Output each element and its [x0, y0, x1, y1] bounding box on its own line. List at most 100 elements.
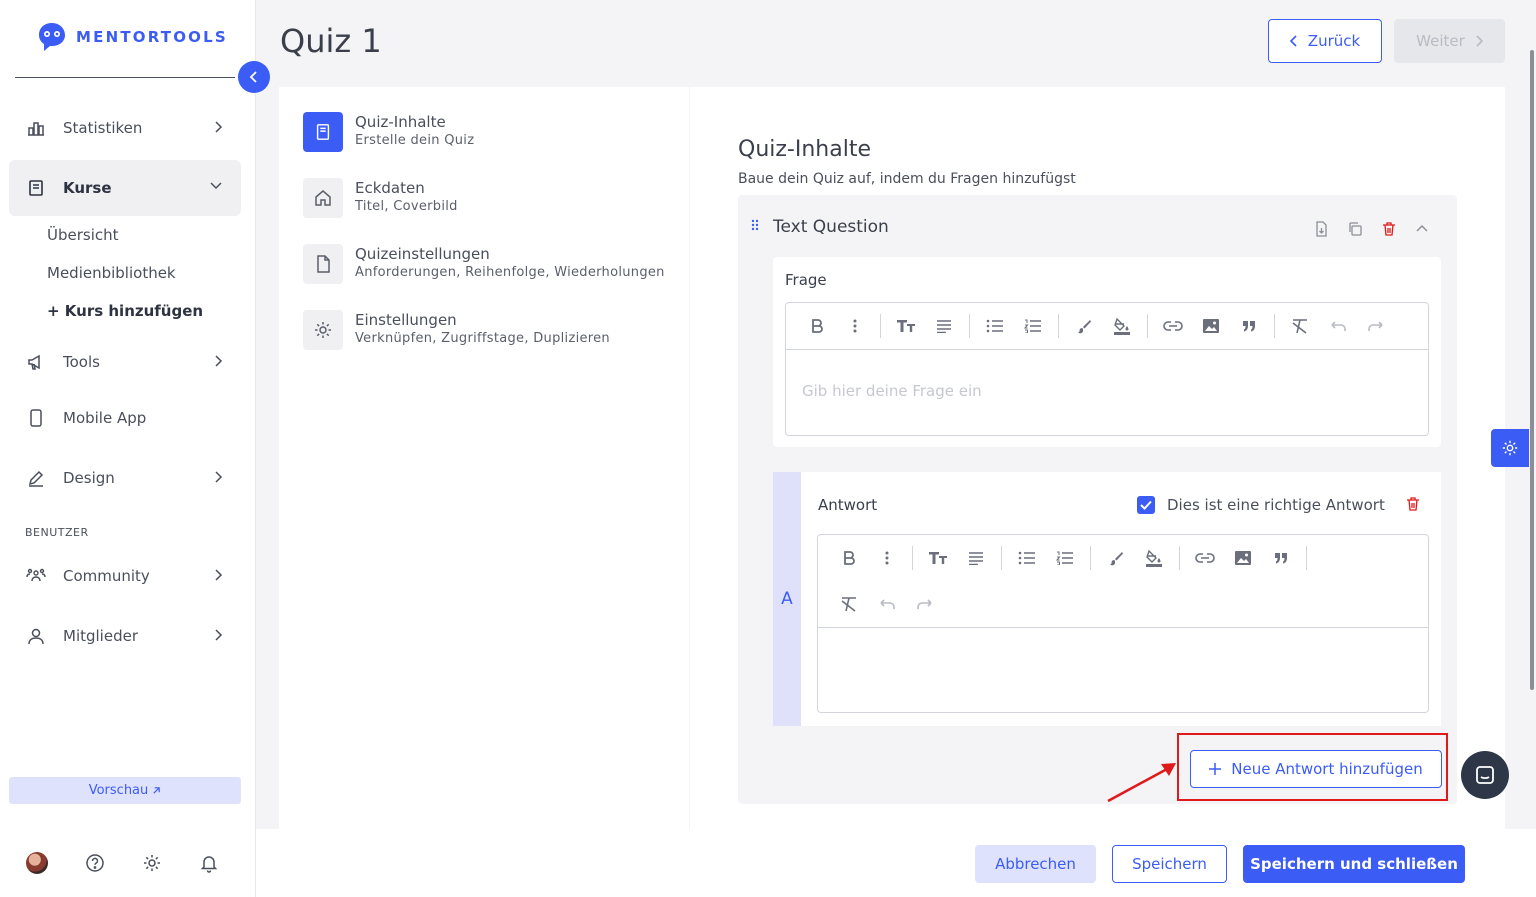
- toolbar-divider: [1001, 546, 1002, 570]
- sidebar-item-mobile-app[interactable]: Mobile App: [9, 390, 241, 446]
- correct-answer-checkbox[interactable]: [1137, 496, 1155, 514]
- sidebar-item-design[interactable]: Design: [9, 450, 241, 506]
- answer-text-area[interactable]: [818, 627, 1428, 712]
- answer-editor: [817, 534, 1429, 713]
- step-title: Quiz-Inhalte: [355, 113, 446, 131]
- chevron-down-icon: [209, 180, 223, 190]
- undo-icon[interactable]: [868, 581, 906, 627]
- sidebar-subitem-kurs-hinzufuegen[interactable]: + Kurs hinzufügen: [47, 302, 203, 320]
- redo-icon[interactable]: [906, 581, 944, 627]
- question-card: Text Question Frage Gib hier deine Frage…: [738, 195, 1457, 804]
- sidebar-item-tools[interactable]: Tools: [9, 334, 241, 390]
- toolbar-divider: [1090, 546, 1091, 570]
- image-icon[interactable]: [1192, 303, 1230, 349]
- fill-color-icon[interactable]: [1135, 535, 1173, 581]
- bullet-list-icon[interactable]: [1008, 535, 1046, 581]
- step-eckdaten[interactable]: Eckdaten Titel, Coverbild: [303, 178, 458, 218]
- more-vertical-icon[interactable]: [868, 535, 906, 581]
- gear-icon[interactable]: [142, 853, 162, 873]
- logo[interactable]: MENTORTOOLS: [36, 21, 228, 53]
- sidebar-item-mitglieder[interactable]: Mitglieder: [9, 608, 241, 664]
- chevron-right-icon: [213, 470, 223, 484]
- divider: [15, 77, 235, 78]
- brush-icon[interactable]: [1097, 535, 1135, 581]
- sidebar-subitem-medienbibliothek[interactable]: Medienbibliothek: [47, 264, 176, 282]
- cancel-button[interactable]: Abbrechen: [975, 845, 1096, 883]
- sidebar-item-label: Kurse: [63, 179, 112, 197]
- mentortools-logo-icon: [39, 23, 65, 51]
- toolbar-divider: [1306, 546, 1307, 570]
- chevron-left-icon: [249, 70, 259, 84]
- save-and-close-button[interactable]: Speichern und schließen: [1243, 845, 1465, 883]
- section-title: Quiz-Inhalte: [738, 137, 871, 162]
- chevron-right-icon: [1475, 35, 1483, 47]
- question-placeholder: Gib hier deine Frage ein: [802, 382, 982, 400]
- toolbar-divider: [969, 314, 970, 338]
- step-subtitle: Anforderungen, Reihenfolge, Wiederholung…: [355, 265, 665, 280]
- step-einstellungen[interactable]: Einstellungen Verknüpfen, Zugriffstage, …: [303, 310, 610, 350]
- export-icon[interactable]: [1313, 221, 1329, 237]
- chevron-left-icon: [1289, 35, 1298, 47]
- chat-button[interactable]: [1461, 751, 1509, 799]
- step-quiz-inhalte[interactable]: Quiz-Inhalte Erstelle dein Quiz: [303, 112, 474, 152]
- settings-fab[interactable]: [1491, 429, 1529, 467]
- quote-icon[interactable]: [1230, 303, 1268, 349]
- bullet-list-icon[interactable]: [976, 303, 1014, 349]
- document-icon: [303, 244, 343, 284]
- image-icon[interactable]: [1224, 535, 1262, 581]
- pencil-icon: [25, 467, 47, 489]
- sidebar-collapse-button[interactable]: [238, 61, 270, 93]
- next-button[interactable]: Weiter: [1394, 19, 1505, 63]
- align-icon[interactable]: [957, 535, 995, 581]
- editor-toolbar: [818, 535, 1428, 581]
- megaphone-icon: [25, 351, 47, 373]
- numbered-list-icon[interactable]: [1014, 303, 1052, 349]
- font-size-icon[interactable]: [887, 303, 925, 349]
- link-icon[interactable]: [1154, 303, 1192, 349]
- toolbar-divider: [1147, 314, 1148, 338]
- trash-icon[interactable]: [1405, 496, 1421, 512]
- align-icon[interactable]: [925, 303, 963, 349]
- clear-format-icon[interactable]: [830, 581, 868, 627]
- back-button[interactable]: Zurück: [1268, 19, 1382, 63]
- chevron-right-icon: [213, 354, 223, 368]
- add-answer-button[interactable]: Neue Antwort hinzufügen: [1190, 750, 1442, 788]
- sidebar-item-label: Community: [63, 567, 150, 585]
- preview-label: Vorschau: [88, 783, 149, 798]
- book-icon: [25, 177, 47, 199]
- fill-color-icon[interactable]: [1103, 303, 1141, 349]
- avatar[interactable]: [26, 852, 48, 874]
- step-quizeinstellungen[interactable]: Quizeinstellungen Anforderungen, Reihenf…: [303, 244, 665, 284]
- undo-icon[interactable]: [1319, 303, 1357, 349]
- brush-icon[interactable]: [1065, 303, 1103, 349]
- quote-icon[interactable]: [1262, 535, 1300, 581]
- redo-icon[interactable]: [1357, 303, 1395, 349]
- preview-button[interactable]: Vorschau: [9, 777, 241, 804]
- question-text-area[interactable]: Gib hier deine Frage ein: [786, 349, 1428, 435]
- answer-label: Antwort: [818, 496, 878, 514]
- bell-icon[interactable]: [199, 853, 219, 873]
- chevron-up-icon[interactable]: [1415, 224, 1429, 234]
- numbered-list-icon[interactable]: [1046, 535, 1084, 581]
- sidebar-item-statistiken[interactable]: Statistiken: [9, 100, 241, 156]
- plus-icon: [1209, 763, 1222, 775]
- drag-handle-icon[interactable]: [751, 219, 759, 231]
- link-icon[interactable]: [1186, 535, 1224, 581]
- logo-text: MENTORTOOLS: [76, 28, 228, 46]
- font-size-icon[interactable]: [919, 535, 957, 581]
- more-vertical-icon[interactable]: [836, 303, 874, 349]
- bold-icon[interactable]: [798, 303, 836, 349]
- sidebar-item-community[interactable]: Community: [9, 548, 241, 604]
- clear-format-icon[interactable]: [1281, 303, 1319, 349]
- help-icon[interactable]: [85, 853, 105, 873]
- save-button[interactable]: Speichern: [1112, 845, 1227, 883]
- next-label: Weiter: [1416, 32, 1465, 50]
- duplicate-icon[interactable]: [1347, 221, 1363, 237]
- sidebar-subitem-uebersicht[interactable]: Übersicht: [47, 226, 119, 244]
- scrollbar[interactable]: [1530, 50, 1534, 690]
- user-icon: [25, 625, 47, 647]
- trash-icon[interactable]: [1381, 221, 1397, 237]
- bold-icon[interactable]: [830, 535, 868, 581]
- external-link-icon: [152, 786, 161, 795]
- sidebar-item-kurse[interactable]: Kurse: [9, 160, 241, 216]
